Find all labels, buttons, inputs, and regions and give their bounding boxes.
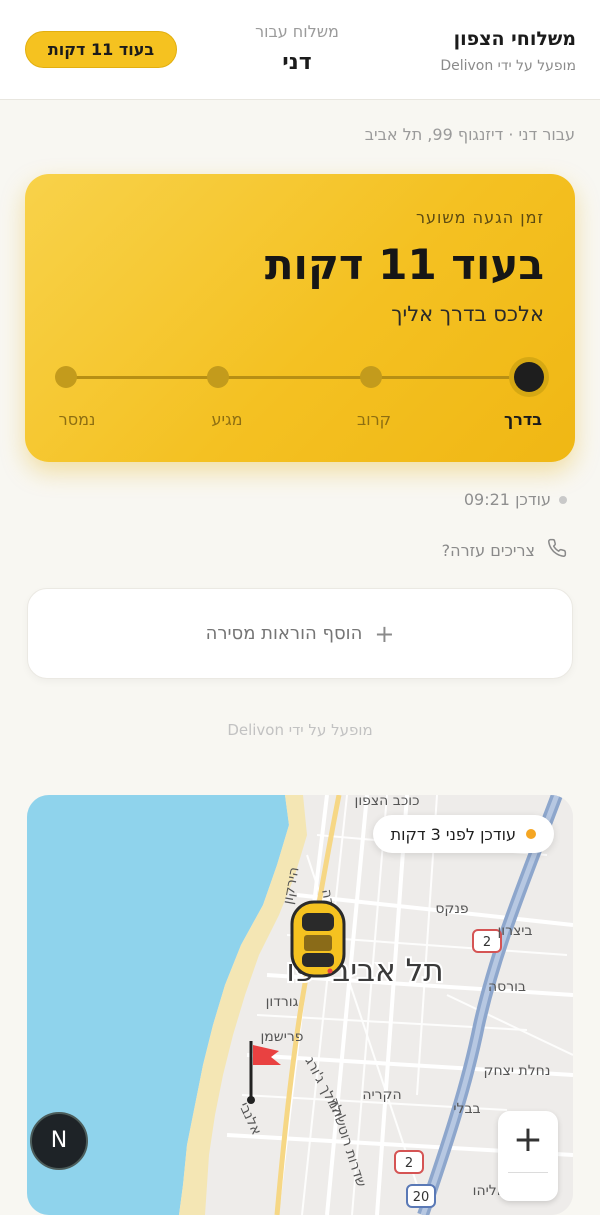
delivery-map[interactable]: 2 2 20 כוכב הצפון הירקון בן יהודה פנקס ב… <box>27 795 573 1215</box>
help-link[interactable]: צריכים עזרה? <box>442 538 567 562</box>
step-label-arriving: מגיע <box>211 410 243 429</box>
map-label-frishman: פרישמן <box>260 1029 303 1045</box>
map-label-bursa: בורסה <box>488 979 526 995</box>
plus-icon: + <box>374 619 395 648</box>
map-label-bitzaron: ביצרון <box>497 923 532 939</box>
powered-by: מופעל על ידי Delivon <box>227 721 373 739</box>
add-instructions-label: הוסף הוראות מסירה <box>205 623 363 644</box>
step-dot-on-the-way <box>514 362 544 392</box>
eta-value: בעוד 11 דקות <box>264 240 544 289</box>
last-updated: עודכן 09:21 <box>464 490 567 509</box>
recipient-name: דני <box>282 50 312 75</box>
map-label-pinkas: פנקס <box>435 901 468 917</box>
route-badge-1: 2 <box>483 935 491 950</box>
eta-pill: בעוד 11 דקות <box>25 31 177 68</box>
eta-label: זמן הגעה משוער <box>415 208 544 227</box>
delivery-for-label: משלוח עבור <box>255 22 339 41</box>
route-badge-3: 20 <box>413 1190 430 1205</box>
step-dot-arriving <box>207 366 229 388</box>
map-label-gordon: גורדון <box>266 994 299 1010</box>
last-updated-text: עודכן 09:21 <box>463 490 551 509</box>
progress-track <box>67 376 529 379</box>
delivery-address: עבור דני · דיזנגוף 99, תל אביב <box>364 125 575 144</box>
map-canvas: 2 2 20 כוכב הצפון הירקון בן יהודה פנקס ב… <box>27 795 573 1215</box>
map-label-kochav: כוכב הצפון <box>355 795 420 809</box>
step-label-delivered: נמסר <box>58 410 96 429</box>
app-logo-button[interactable]: N <box>30 1112 88 1170</box>
zoom-divider <box>508 1172 548 1173</box>
add-delivery-instructions-button[interactable]: + הוסף הוראות מסירה <box>27 588 573 679</box>
zoom-control: + <box>498 1111 558 1201</box>
driver-status: אלכס בדרך אליך <box>391 302 544 326</box>
app-header: משלוחי הצפון מופעל על ידי Delivon משלוח … <box>0 0 600 100</box>
step-label-on-the-way: בדרך <box>503 410 543 429</box>
map-label-nahalat: נחלת יצחק <box>484 1063 551 1079</box>
zoom-in-button[interactable]: + <box>498 1111 558 1171</box>
map-badge-text: עודכן לפני 3 דקות <box>390 824 516 844</box>
brand-subtitle: מופעל על ידי Delivon <box>440 58 576 74</box>
brand-title: משלוחי הצפון <box>453 28 576 50</box>
courier-car-icon <box>290 900 346 978</box>
step-dot-delivered <box>55 366 77 388</box>
eta-status-card: זמן הגעה משוער בעוד 11 דקות אלכס בדרך אל… <box>25 174 575 462</box>
status-dot-icon <box>559 495 567 504</box>
step-dot-near <box>360 366 382 388</box>
map-label-bavli: בבלי <box>453 1101 480 1117</box>
route-badge-2: 2 <box>405 1156 413 1171</box>
phone-icon <box>547 538 567 562</box>
live-dot-icon <box>526 829 536 839</box>
map-label-hakirya: הקריה <box>362 1087 401 1103</box>
map-update-badge: עודכן לפני 3 דקות <box>372 815 554 853</box>
step-label-near: קרוב <box>357 410 391 429</box>
help-text: צריכים עזרה? <box>441 540 535 560</box>
